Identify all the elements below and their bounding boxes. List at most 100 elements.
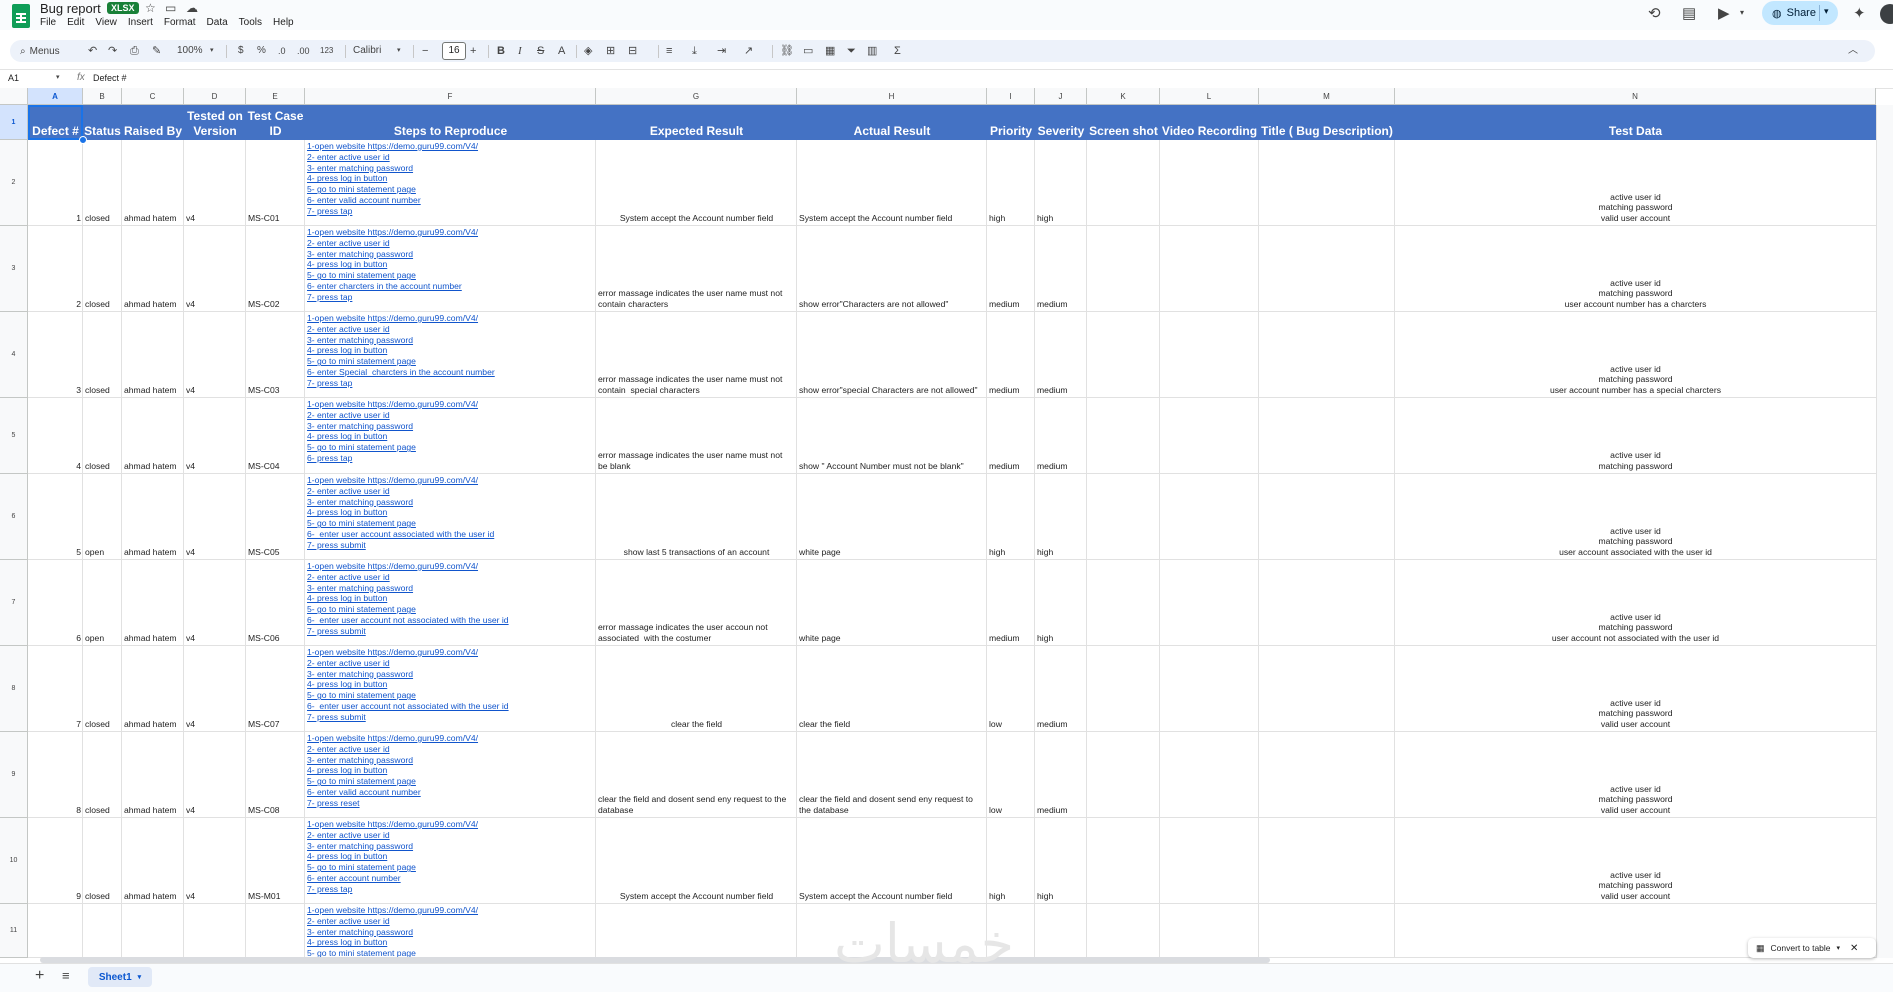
cell-test-data[interactable]: active user id matching password xyxy=(1395,398,1876,472)
column-header-j[interactable]: J xyxy=(1035,88,1087,105)
cell-status[interactable] xyxy=(83,904,122,956)
close-icon[interactable]: ✕ xyxy=(1850,943,1858,954)
cell-expected-result[interactable]: error massage indicates the user name mu… xyxy=(596,312,797,396)
share-button[interactable]: ◍ Share ▾ xyxy=(1762,1,1838,25)
column-header-g[interactable]: G xyxy=(596,88,797,105)
cell-severity[interactable]: medium xyxy=(1035,732,1087,816)
cell-raised-by[interactable]: ahmad hatem xyxy=(122,818,184,902)
column-header-e[interactable]: E xyxy=(246,88,305,105)
all-sheets-icon[interactable]: ≡ xyxy=(62,968,70,983)
cell-raised-by[interactable]: ahmad hatem xyxy=(122,560,184,644)
cell-tested-version[interactable]: v4 xyxy=(184,140,246,224)
cell-tested-version[interactable]: v4 xyxy=(184,818,246,902)
cell-test-data[interactable]: active user id matching password user ac… xyxy=(1395,226,1876,310)
cell-steps[interactable]: 1-open website https://demo.guru99.com/V… xyxy=(305,905,596,957)
meet-icon[interactable]: ▶ xyxy=(1718,4,1730,22)
cell-status[interactable]: closed xyxy=(83,140,122,224)
formula-input[interactable]: Defect # xyxy=(93,73,127,83)
column-header-k[interactable]: K xyxy=(1087,88,1160,105)
menus-search[interactable]: ⌕ Menus xyxy=(14,42,88,60)
cell-steps[interactable]: 1-open website https://demo.guru99.com/V… xyxy=(305,227,596,311)
cell-defect-number[interactable]: 3 xyxy=(28,312,83,396)
font-select[interactable]: Calibri xyxy=(353,43,381,59)
cell-tested-version[interactable]: v4 xyxy=(184,226,246,310)
cell-defect-number[interactable]: 4 xyxy=(28,398,83,472)
cell-status[interactable]: closed xyxy=(83,646,122,730)
cell-severity[interactable]: high xyxy=(1035,474,1087,558)
decrease-font-size-icon[interactable]: − xyxy=(422,43,428,59)
percent-format-button[interactable]: % xyxy=(257,43,266,59)
cell-test-case-id[interactable]: MS-C02 xyxy=(246,226,305,310)
cell-expected-result[interactable]: error massage indicates the user name mu… xyxy=(596,398,797,472)
column-header-l[interactable]: L xyxy=(1160,88,1259,105)
column-header-f[interactable]: F xyxy=(305,88,596,105)
text-color-icon[interactable]: A xyxy=(558,43,565,59)
menu-tools[interactable]: Tools xyxy=(239,17,262,28)
redo-icon[interactable]: ↷ xyxy=(108,43,117,59)
document-title[interactable]: Bug report xyxy=(40,1,101,16)
cell-defect-number[interactable] xyxy=(28,904,83,956)
cell-status[interactable]: closed xyxy=(83,312,122,396)
row-header-5[interactable]: 5 xyxy=(0,398,28,474)
cell-raised-by[interactable] xyxy=(122,904,184,956)
row-header-9[interactable]: 9 xyxy=(0,732,28,818)
add-sheet-icon[interactable]: + xyxy=(35,967,44,985)
cell-test-case-id[interactable]: MS-C06 xyxy=(246,560,305,644)
cell-expected-result[interactable]: System accept the Account number field xyxy=(596,818,797,902)
menu-help[interactable]: Help xyxy=(273,17,294,28)
cell-tested-version[interactable]: v4 xyxy=(184,312,246,396)
sheet-tab-chevron-down-icon[interactable]: ▾ xyxy=(138,973,142,981)
insert-comment-icon[interactable]: ▭ xyxy=(803,43,813,59)
cell-steps[interactable]: 1-open website https://demo.guru99.com/V… xyxy=(305,313,596,397)
cell-actual-result[interactable]: show error"Characters are not allowed" xyxy=(797,226,987,310)
cell-test-case-id[interactable]: MS-C03 xyxy=(246,312,305,396)
move-folder-icon[interactable]: ▭ xyxy=(165,1,176,15)
cell-status[interactable]: closed xyxy=(83,732,122,816)
cell-steps[interactable]: 1-open website https://demo.guru99.com/V… xyxy=(305,819,596,903)
cell-tested-version[interactable]: v4 xyxy=(184,398,246,472)
cell-defect-number[interactable]: 9 xyxy=(28,818,83,902)
name-box-chevron-down-icon[interactable]: ▾ xyxy=(56,73,60,81)
fill-handle[interactable] xyxy=(79,136,87,144)
cell-test-case-id[interactable]: MS-C07 xyxy=(246,646,305,730)
name-box[interactable]: A1 xyxy=(8,73,19,83)
merge-cells-icon[interactable]: ⊟ xyxy=(628,43,637,59)
cell-test-case-id[interactable]: MS-M01 xyxy=(246,818,305,902)
hide-menus-chevron-up-icon[interactable]: ︿ xyxy=(1848,43,1858,59)
cell-expected-result[interactable]: System accept the Account number field xyxy=(596,140,797,224)
print-icon[interactable]: ⎙ xyxy=(130,43,139,59)
cell-expected-result[interactable]: show last 5 transactions of an account xyxy=(596,474,797,558)
sheets-logo-icon[interactable] xyxy=(12,4,30,28)
meet-chevron-down-icon[interactable]: ▾ xyxy=(1740,8,1744,17)
menu-view[interactable]: View xyxy=(95,17,117,28)
zoom-select[interactable]: 100% xyxy=(177,43,203,59)
cell-tested-version[interactable]: v4 xyxy=(184,732,246,816)
column-header-b[interactable]: B xyxy=(83,88,122,105)
cell-expected-result[interactable]: error massage indicates the user name mu… xyxy=(596,226,797,310)
cell-defect-number[interactable]: 5 xyxy=(28,474,83,558)
row-header-2[interactable]: 2 xyxy=(0,140,28,226)
star-icon[interactable]: ☆ xyxy=(145,1,156,15)
cell-test-case-id[interactable]: MS-C04 xyxy=(246,398,305,472)
column-header-d[interactable]: D xyxy=(184,88,246,105)
cell-test-data[interactable]: active user id matching password valid u… xyxy=(1395,732,1876,816)
text-rotation-icon[interactable]: ↗ xyxy=(744,43,753,59)
row-header-3[interactable]: 3 xyxy=(0,226,28,312)
cloud-status-icon[interactable]: ☁ xyxy=(186,1,198,15)
row-header-7[interactable]: 7 xyxy=(0,560,28,646)
column-header-a[interactable]: A xyxy=(28,88,83,105)
column-header-i[interactable]: I xyxy=(987,88,1035,105)
cell-expected-result[interactable]: clear the field xyxy=(596,646,797,730)
more-formats-button[interactable]: 123 xyxy=(320,43,333,59)
row-header-8[interactable]: 8 xyxy=(0,646,28,732)
cell-priority[interactable]: high xyxy=(987,474,1035,558)
italic-icon[interactable]: I xyxy=(518,43,522,59)
cell-test-case-id[interactable]: MS-C05 xyxy=(246,474,305,558)
cell-raised-by[interactable]: ahmad hatem xyxy=(122,312,184,396)
insert-link-icon[interactable]: ⛓ xyxy=(780,43,794,59)
gemini-sparkle-icon[interactable]: ✦ xyxy=(1853,4,1866,22)
row-header-6[interactable]: 6 xyxy=(0,474,28,560)
insert-chart-icon[interactable]: ▦ xyxy=(825,43,835,59)
cell-actual-result[interactable]: clear the field and dosent send eny requ… xyxy=(797,732,987,816)
cell-defect-number[interactable]: 6 xyxy=(28,560,83,644)
